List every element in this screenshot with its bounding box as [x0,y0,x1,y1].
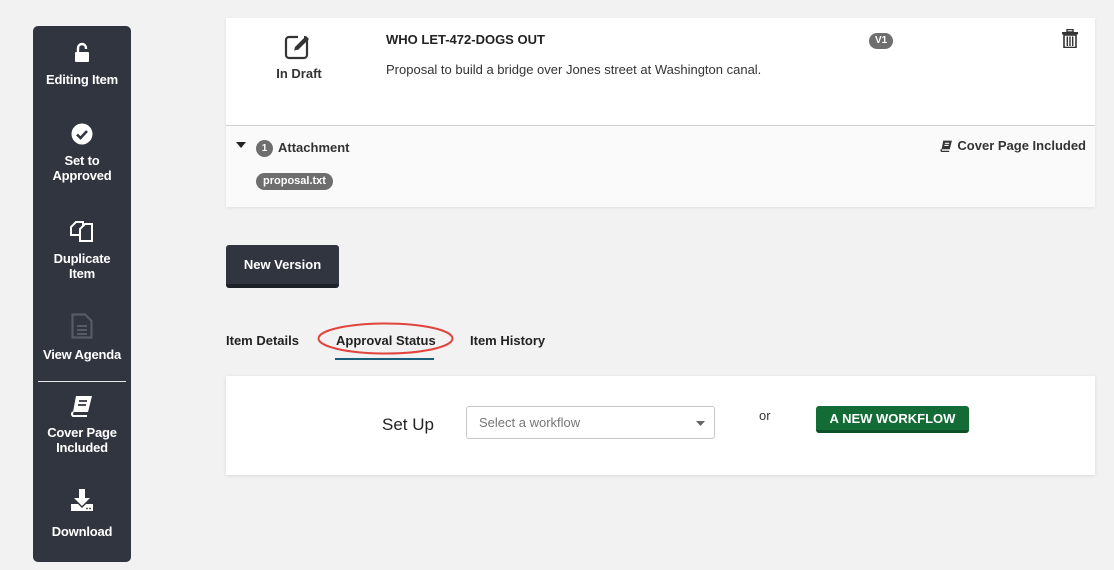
annotation-ellipse [317,322,454,355]
sidebar-item-duplicate-item[interactable]: Duplicate Item [33,219,131,281]
item-description: Proposal to build a bridge over Jones st… [386,62,762,77]
caret-down-icon[interactable] [236,142,246,149]
new-version-button[interactable]: New Version [226,245,339,288]
version-badge: V1 [869,33,894,49]
duplicate-icon [70,221,93,242]
setup-label: Set Up [382,415,434,434]
active-tab-underline [335,358,434,360]
status-label: In Draft [276,66,322,81]
sidebar-item-label: Cover Page Included [47,425,117,455]
tab-item-history[interactable]: Item History [470,333,545,348]
trash-icon[interactable] [1062,29,1078,48]
sidebar-item-label: Editing Item [46,72,118,87]
book-icon [71,396,92,417]
sidebar-item-editing-item[interactable]: Editing Item [33,42,131,87]
approval-setup-panel: Set Up Select a workflow or A NEW WORKFL… [226,376,1095,475]
item-status: In Draft [264,34,334,81]
cover-page-label: Cover Page Included [957,138,1086,153]
cover-page-included: Cover Page Included [940,138,1086,153]
edit-icon [284,34,309,60]
download-icon [71,489,93,511]
new-workflow-button[interactable]: A NEW WORKFLOW [816,406,969,433]
sidebar-item-label: Set to Approved [52,153,112,183]
item-header: In Draft WHO LET-472-DOGS OUT Proposal t… [226,18,1095,125]
attachment-file-chip[interactable]: proposal.txt [256,173,333,190]
document-icon [71,313,93,339]
workflow-select-placeholder: Select a workflow [479,415,581,430]
sidebar-item-view-agenda[interactable]: View Agenda [33,313,131,362]
caret-down-icon [696,421,705,426]
or-label: or [759,408,771,423]
attachment-label[interactable]: Attachment [278,140,350,155]
sidebar-item-label: Download [51,524,113,539]
sidebar-item-cover-page-included[interactable]: Cover Page Included [33,395,131,455]
action-sidebar: Editing Item Set to Approved Duplicate I… [33,26,131,562]
sidebar-item-label: View Agenda [43,347,121,362]
sidebar-item-label: Duplicate Item [53,251,111,281]
attachment-count-badge: 1 [256,140,273,157]
sidebar-item-download[interactable]: Download [33,488,131,539]
item-title: WHO LET-472-DOGS OUT [386,32,545,47]
check-circle-icon [71,123,93,145]
sidebar-divider [38,381,126,382]
item-card: In Draft WHO LET-472-DOGS OUT Proposal t… [226,18,1095,207]
unlock-icon [75,42,89,62]
tab-item-details[interactable]: Item Details [226,333,299,348]
workflow-select[interactable]: Select a workflow [466,406,715,439]
sidebar-item-set-to-approved[interactable]: Set to Approved [33,123,131,183]
attachments-section: 1 Attachment Cover Page Included proposa… [226,125,1095,207]
book-icon [940,140,953,152]
